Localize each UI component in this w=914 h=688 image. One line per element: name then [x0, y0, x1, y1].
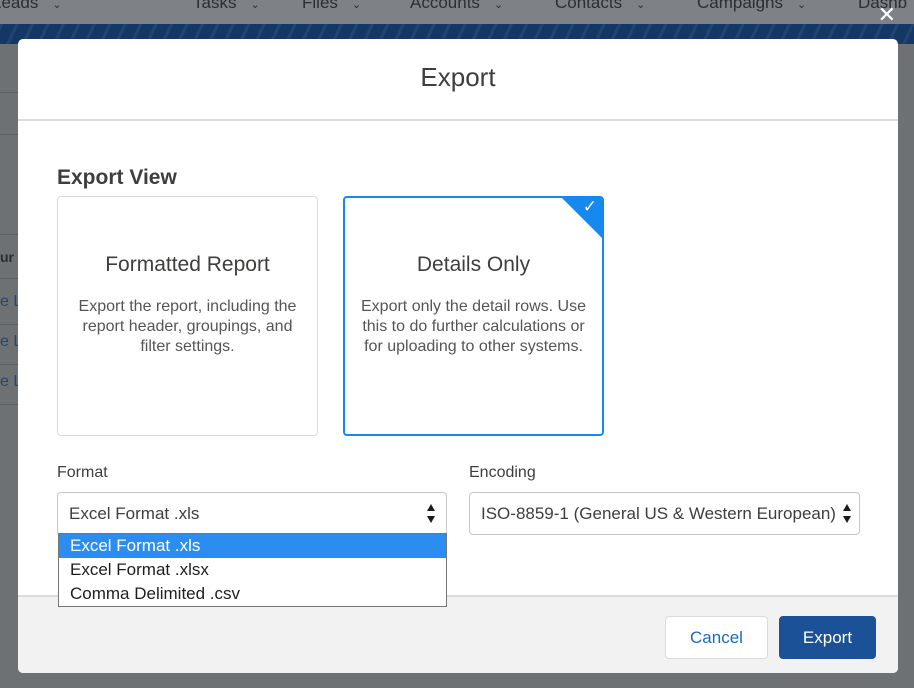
format-select-value: Excel Format .xls — [69, 504, 200, 523]
nav-item-campaigns[interactable]: Campaigns ⌄ — [697, 0, 806, 18]
format-dropdown-list: Excel Format .xls Excel Format .xlsx Com… — [58, 533, 447, 607]
format-select[interactable]: Excel Format .xls — [57, 492, 447, 535]
view-option-title: Details Only — [416, 253, 531, 276]
chevron-down-icon[interactable]: ⌄ — [494, 0, 503, 11]
view-option-details-only[interactable]: ✓ Details Only Export only the detail ro… — [343, 196, 604, 436]
nav-item-label: Files — [302, 0, 338, 12]
export-button[interactable]: Export — [779, 616, 876, 659]
modal-header: Export — [18, 39, 898, 121]
nav-item-label: Campaigns — [697, 0, 783, 12]
view-option-title: Formatted Report — [105, 253, 270, 276]
format-option-csv[interactable]: Comma Delimited .csv — [59, 582, 446, 606]
format-option-xls[interactable]: Excel Format .xls — [59, 534, 446, 558]
nav-item-tasks[interactable]: Tasks ⌄ — [193, 0, 260, 18]
encoding-select[interactable]: ISO-8859-1 (General US & Western Europea… — [469, 492, 860, 535]
nav-item-label: Accounts — [410, 0, 480, 12]
nav-item-contacts[interactable]: Contacts ⌄ — [555, 0, 645, 18]
format-label: Format — [57, 464, 108, 481]
divider — [0, 404, 20, 405]
divider — [0, 278, 20, 279]
view-option-description: Export the report, including the report … — [78, 298, 297, 355]
chevron-down-icon[interactable]: ⌄ — [352, 0, 361, 11]
close-icon[interactable]: ✕ — [878, 4, 896, 26]
divider — [0, 92, 20, 93]
nav-item-label: Tasks — [193, 0, 237, 12]
table-link[interactable]: e Le — [0, 373, 18, 391]
table-link[interactable]: e Le — [0, 333, 18, 351]
table-column-header: ur — [0, 249, 14, 265]
divider — [0, 324, 20, 325]
divider — [0, 134, 20, 135]
check-icon: ✓ — [582, 197, 597, 216]
modal-body: Export View Formatted Report Export the … — [18, 121, 898, 595]
cancel-button[interactable]: Cancel — [665, 616, 768, 659]
export-modal: Export Export View Formatted Report Expo… — [18, 39, 898, 673]
chevron-down-icon[interactable]: ⌄ — [797, 0, 806, 11]
format-option-xlsx[interactable]: Excel Format .xlsx — [59, 558, 446, 582]
app-navigation-bar: Leads ⌄ Tasks ⌄ Files ⌄ Accounts ⌄ Contacts ⌄… — [0, 0, 914, 24]
view-option-formatted-report[interactable]: Formatted Report Export the report, incl… — [57, 196, 318, 436]
chevron-down-icon[interactable]: ⌄ — [250, 0, 259, 11]
nav-item-leads[interactable]: Leads ⌄ — [0, 0, 62, 18]
up-down-arrows-icon — [426, 504, 436, 523]
chevron-down-icon[interactable]: ⌄ — [636, 0, 645, 11]
table-link[interactable]: e Le — [0, 293, 18, 311]
nav-item-files[interactable]: Files ⌄ — [302, 0, 361, 18]
divider — [0, 364, 20, 365]
divider — [0, 234, 20, 235]
up-down-arrows-icon — [835, 504, 859, 523]
view-option-description: Export only the detail rows. Use this to… — [361, 298, 586, 355]
nav-item-label: Leads — [0, 0, 39, 12]
encoding-select-value: ISO-8859-1 (General US & Western Europea… — [481, 504, 836, 523]
encoding-label: Encoding — [469, 464, 536, 481]
chevron-down-icon[interactable]: ⌄ — [52, 0, 61, 11]
nav-item-label: Contacts — [555, 0, 623, 12]
nav-item-accounts[interactable]: Accounts ⌄ — [410, 0, 503, 18]
section-title: Export View — [57, 166, 177, 189]
modal-title: Export — [420, 61, 496, 92]
